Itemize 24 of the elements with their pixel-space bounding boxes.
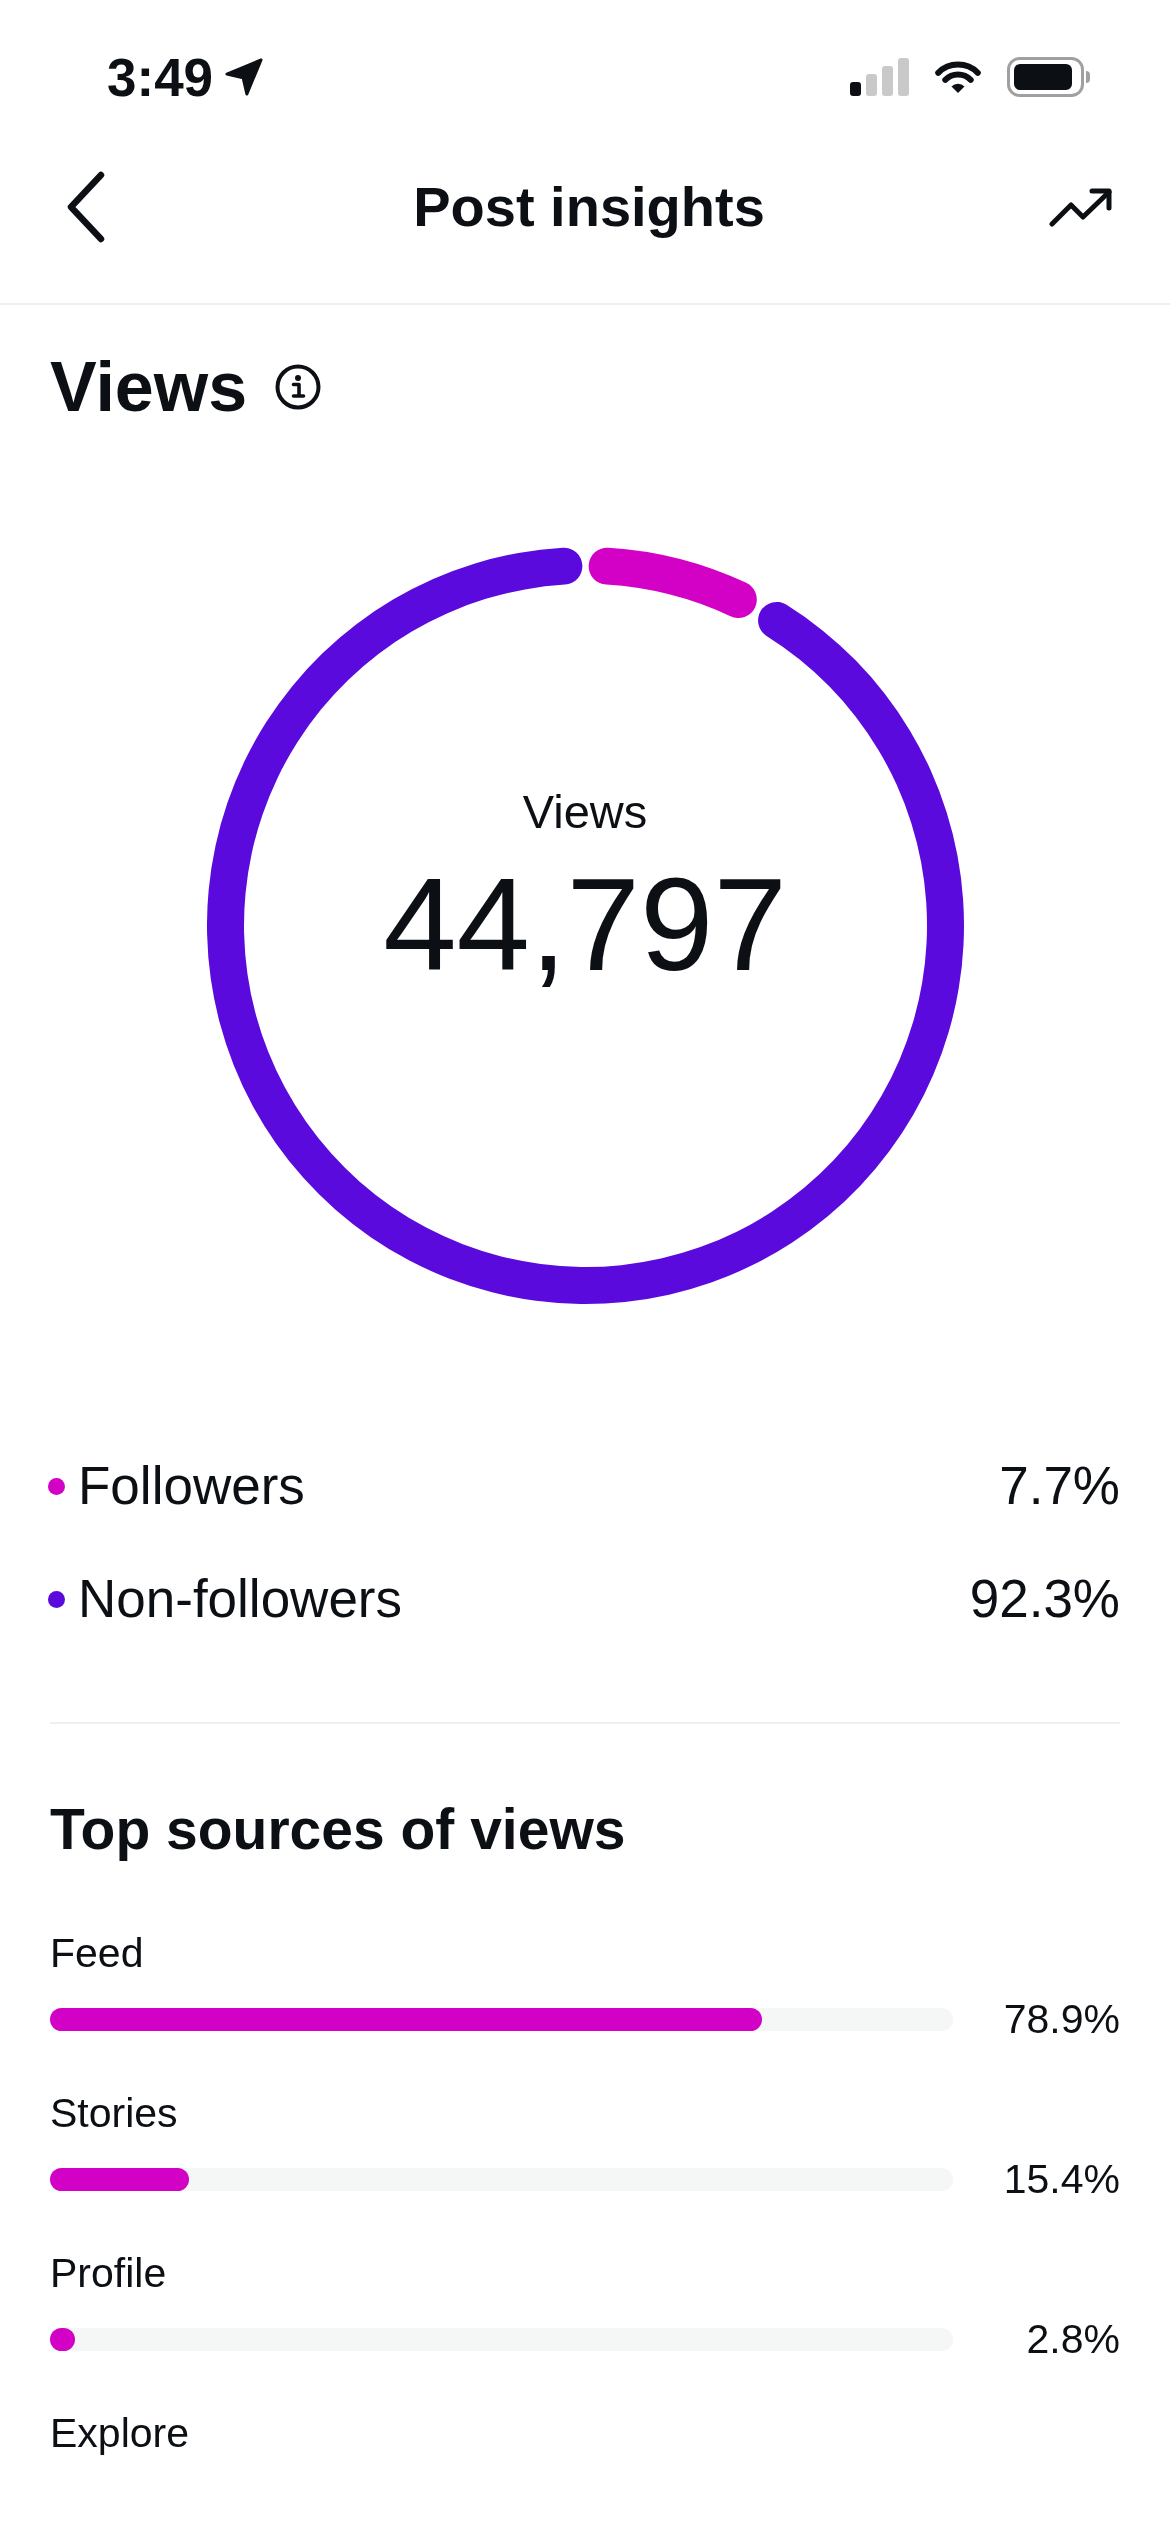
- legend-value: 92.3%: [969, 1568, 1120, 1630]
- chart-center-label: Views: [522, 784, 648, 840]
- legend-label: Non-followers: [78, 1568, 402, 1630]
- trend-up-icon[interactable]: [1049, 187, 1113, 227]
- back-icon[interactable]: [65, 171, 107, 243]
- info-icon[interactable]: [275, 364, 322, 410]
- source-label: Explore: [50, 2409, 189, 2458]
- section-title: Top sources of views: [50, 1796, 627, 1863]
- legend-value: 7.7%: [999, 1455, 1120, 1517]
- battery-icon: [1007, 57, 1091, 97]
- status-time: 3:49: [107, 50, 214, 104]
- signal-icon: [850, 58, 909, 96]
- source-percent: 2.8%: [1026, 2315, 1120, 2364]
- legend-label: Followers: [78, 1455, 305, 1517]
- source-label: Profile: [50, 2249, 167, 2298]
- page-title: Post insights: [413, 174, 765, 240]
- source-label: Feed: [50, 1929, 144, 1978]
- location-arrow-icon: [225, 58, 264, 96]
- source-label: Stories: [50, 2089, 178, 2138]
- wifi-icon: [935, 60, 981, 94]
- source-percent: 78.9%: [1003, 1995, 1120, 2044]
- section-title: Views: [50, 347, 248, 428]
- source-percent: 15.4%: [1003, 2155, 1120, 2204]
- views-total: 44,797: [383, 855, 787, 995]
